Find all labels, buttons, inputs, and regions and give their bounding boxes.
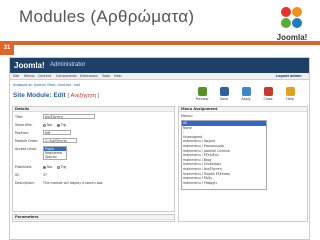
admin-toolbar: Preview Save Apply Close Help <box>193 86 307 102</box>
title-input[interactable]: Ανεξήγητη <box>43 114 95 119</box>
apply-label: Apply <box>241 97 251 101</box>
menu-content[interactable]: Content <box>38 74 51 78</box>
logout-link[interactable]: Logout admin <box>276 74 302 78</box>
parameters-panel[interactable]: Parameters <box>12 214 175 222</box>
menu-components[interactable]: Components <box>56 74 77 78</box>
page-title: Site Module: Edit <box>13 92 66 99</box>
parameters-title: Parameters <box>13 215 174 220</box>
details-panel: Details Title: Ανεξήγητη Show title: Ναι… <box>12 106 175 212</box>
apply-button[interactable]: Apply <box>237 86 255 102</box>
access-level-label: Access Level: <box>15 147 38 151</box>
published-no-label: Όχι <box>61 165 67 169</box>
show-title-label: Show title: <box>15 123 33 127</box>
admin-menubar: Site Menus Content Components Extensions… <box>10 73 309 80</box>
position-row: Position: left <box>13 130 174 136</box>
title-rule <box>0 41 320 45</box>
apply-icon <box>241 87 251 96</box>
access-special[interactable]: Special <box>44 155 66 159</box>
help-icon <box>285 87 295 96</box>
page-header: Site Module: Edit [ Ανεξήγητη ] <box>13 92 99 99</box>
position-select[interactable]: left <box>43 130 71 135</box>
access-level-row: Access Level: Public Registered Special <box>13 146 174 162</box>
admin-logo: Joomla! <box>14 61 45 70</box>
radio-dot-icon <box>43 165 46 169</box>
module-order-label: Module Order: <box>15 139 39 143</box>
module-order-select[interactable]: 2::Ανεξήγητη <box>43 138 77 143</box>
close-icon <box>263 87 273 96</box>
radio-dot-icon <box>43 123 46 127</box>
save-label: Save <box>219 97 229 101</box>
help-label: Help <box>286 97 294 101</box>
menu-assignment-list[interactable]: All None - Unassigned mainmenu / Αρχική … <box>181 120 267 190</box>
admin-subtitle: Administrator <box>50 62 86 68</box>
module-order-row: Module Order: 2::Ανεξήγητη <box>13 138 174 144</box>
published-yes[interactable]: Ναι <box>43 165 53 169</box>
preview-icon <box>197 87 207 96</box>
menu-extensions[interactable]: Extensions <box>80 74 98 78</box>
published-label: Published: <box>15 165 32 169</box>
save-button[interactable]: Save <box>215 86 233 102</box>
radio-dot-icon <box>57 165 60 169</box>
title-label: Title: <box>15 115 24 119</box>
menu-tools[interactable]: Tools <box>102 74 110 78</box>
id-row: ID: 37 <box>13 172 174 178</box>
published-row: Published: Ναι Όχι <box>13 164 174 170</box>
description-row: Description: This module will display a … <box>13 180 174 186</box>
help-button[interactable]: Help <box>281 86 299 102</box>
description-value: This module will display a search box. <box>43 181 104 185</box>
admin-screenshot: Joomla! Administrator Site Menus Content… <box>9 57 310 240</box>
description-label: Description: <box>15 181 35 185</box>
position-label: Position: <box>15 131 29 135</box>
show-title-no[interactable]: Όχι <box>57 123 67 127</box>
close-button[interactable]: Close <box>259 86 277 102</box>
menu-site[interactable]: Site <box>13 74 19 78</box>
id-label: ID: <box>15 173 20 177</box>
admin-header: Joomla! Administrator <box>10 58 309 73</box>
preview-button[interactable]: Preview <box>193 86 211 102</box>
slide: Modules (Αρθρώματα) Joomla! 31 Joomla! A… <box>0 0 320 240</box>
show-title-no-label: Όχι <box>61 123 67 127</box>
slide-title: Modules (Αρθρώματα) <box>19 7 195 26</box>
radio-dot-icon <box>57 123 60 127</box>
show-title-yes-label: Ναι <box>47 123 53 127</box>
save-icon <box>219 87 229 96</box>
menu-menus[interactable]: Menus <box>24 74 35 78</box>
close-label: Close <box>263 97 273 101</box>
preview-label: Preview <box>195 97 209 101</box>
show-title-yes[interactable]: Ναι <box>43 123 53 127</box>
id-value: 37 <box>43 173 48 177</box>
access-level-list[interactable]: Public Registered Special <box>43 146 67 160</box>
published-yes-label: Ναι <box>47 165 53 169</box>
menu-help[interactable]: Help <box>114 74 122 78</box>
details-title: Details <box>13 107 174 112</box>
published-no[interactable]: Όχι <box>57 165 67 169</box>
pages-title: Menu Assignment <box>179 107 307 112</box>
slide-number: 31 <box>0 41 14 55</box>
title-row: Title: Ανεξήγητη <box>13 114 174 120</box>
admin-status: Αναφορά σε: Joomla! Θέση: modules · edit <box>13 83 81 87</box>
page-subtitle: [ Ανεξήγητη ] <box>67 93 99 99</box>
menu-option[interactable]: mainmenu / Υπάρχει <box>182 181 266 186</box>
joomla-logo-icon <box>281 7 302 28</box>
show-title-row: Show title: Ναι Όχι <box>13 122 174 128</box>
menus-label: Menus: <box>181 114 193 118</box>
pages-panel: Menu Assignment Menus: All None - Unassi… <box>178 106 308 222</box>
